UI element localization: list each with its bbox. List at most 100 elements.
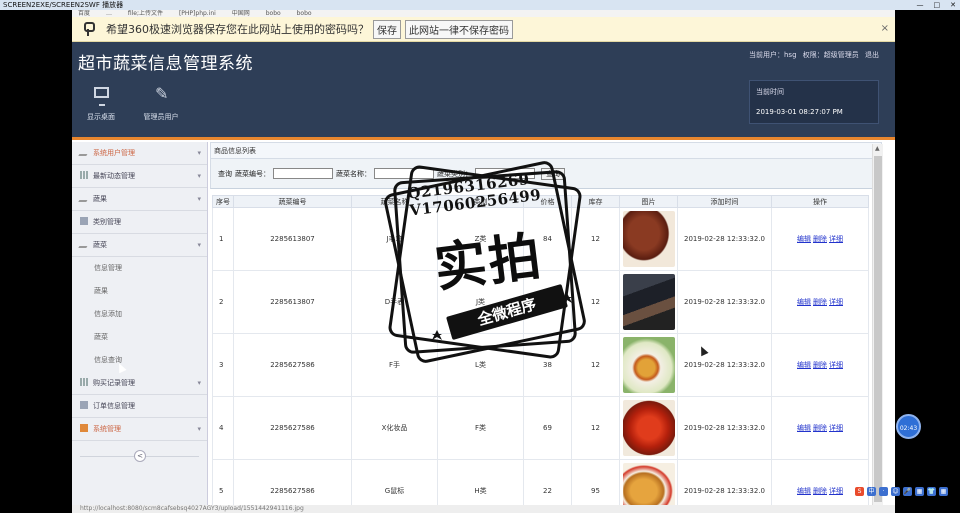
favorite-link[interactable]: file;上传文件 <box>128 10 163 17</box>
sidebar-item[interactable]: 购买记录管理 ▾ <box>72 372 207 395</box>
detail-link[interactable]: 详细 <box>829 298 843 306</box>
favorite-link[interactable]: … <box>106 10 112 17</box>
user-role: 权限：超级管理员 <box>802 51 859 59</box>
sidebar-item-label: 系统管理 <box>93 425 121 433</box>
maximize-button[interactable]: □ <box>934 0 941 10</box>
cell-no: 2 <box>212 270 234 334</box>
sidebar-item-label: 类别管理 <box>93 218 121 226</box>
food-image[interactable] <box>622 337 675 393</box>
food-image[interactable] <box>622 400 675 456</box>
sidebar-item[interactable]: 蔬菜 ▾ <box>72 234 207 257</box>
delete-link[interactable]: 删除 <box>813 361 827 369</box>
save-password-button[interactable]: 保存 <box>373 19 401 39</box>
sidebar-collapse-button[interactable]: < <box>134 450 146 462</box>
cell-time: 2019-02-28 12:33:32.0 <box>677 396 772 460</box>
favorite-link[interactable]: [PHP]php.ini <box>179 10 216 17</box>
cell-code: 2285613807 <box>233 270 352 334</box>
edit-link[interactable]: 编辑 <box>797 235 811 243</box>
edit-link[interactable]: 编辑 <box>797 298 811 306</box>
keyboard-icon[interactable]: ▦ <box>915 487 924 496</box>
never-save-password-button[interactable]: 此网站一律不保存密码 <box>405 19 513 39</box>
scrollbar-thumb[interactable] <box>874 156 882 502</box>
cell-actions: 编辑 删除 详细 <box>771 207 869 271</box>
sidebar-item-label: 信息添加 <box>94 310 122 318</box>
category-field-label: 蔬菜类别： <box>437 169 472 178</box>
name-input[interactable] <box>374 168 434 179</box>
scroll-up-icon[interactable]: ▲ <box>875 145 880 152</box>
detail-link[interactable]: 详细 <box>829 487 843 495</box>
food-image[interactable] <box>622 211 675 267</box>
sidebar-subitem[interactable]: 蔬菜 <box>72 326 207 349</box>
cell-no: 3 <box>212 333 234 397</box>
sidebar-subitem[interactable]: 蔬果 <box>72 280 207 303</box>
pencil-icon <box>78 196 90 202</box>
clock-badge[interactable]: 02:43 <box>896 414 921 439</box>
tools-icon[interactable]: ▦ <box>939 487 948 496</box>
cell-time: 2019-02-28 12:33:32.0 <box>677 270 772 334</box>
favorite-link[interactable]: 中国网 <box>232 10 250 17</box>
detail-link[interactable]: 详细 <box>829 361 843 369</box>
sidebar-subitem[interactable]: 信息查询 <box>72 349 207 372</box>
mic-icon[interactable]: 🎤 <box>903 487 912 496</box>
sidebar-item[interactable]: 类别管理 <box>72 211 207 234</box>
sidebar-item[interactable]: 订单信息管理 <box>72 395 207 418</box>
sogou-icon[interactable]: S <box>855 487 864 496</box>
delete-link[interactable]: 删除 <box>813 424 827 432</box>
cell-actions: 编辑 删除 详细 <box>771 270 869 334</box>
emoji-icon[interactable]: ☺ <box>891 487 900 496</box>
sidebar-subitem[interactable]: 信息添加 <box>72 303 207 326</box>
sidebar-item[interactable]: 蔬果 ▾ <box>72 188 207 211</box>
cell-price: 69 <box>523 396 572 460</box>
sidebar-item-label: 蔬菜 <box>94 333 108 341</box>
cell-image <box>619 207 678 271</box>
cell-name: J毛笔 <box>351 207 438 271</box>
edit-link[interactable]: 编辑 <box>797 487 811 495</box>
admin-user-button[interactable]: ✎ 管理员用户 <box>136 86 186 122</box>
cell-no: 1 <box>212 207 234 271</box>
close-icon[interactable]: × <box>881 23 889 34</box>
show-desktop-label: 显示桌面 <box>87 113 115 121</box>
query-button[interactable]: 查询 <box>541 167 565 180</box>
column-header: 价格 <box>523 195 572 208</box>
table-header-row: 序号 蔬菜编号 蔬菜名称 类别 价格 库存 图片 添加时间 操作 <box>212 195 869 208</box>
column-header: 操作 <box>771 195 869 208</box>
product-table: 序号 蔬菜编号 蔬菜名称 类别 价格 库存 图片 添加时间 操作 1 2285613807 J毛笔 Z… <box>212 195 869 513</box>
sidebar-item[interactable]: 系统管理 ▾ <box>72 418 207 441</box>
delete-link[interactable]: 删除 <box>813 298 827 306</box>
code-input[interactable] <box>273 168 333 179</box>
chevron-down-icon: ▾ <box>197 195 201 203</box>
category-input[interactable] <box>475 168 535 179</box>
cell-name: F手 <box>351 333 438 397</box>
favorite-link[interactable]: 百度 <box>78 10 90 17</box>
edit-link[interactable]: 编辑 <box>797 424 811 432</box>
sidebar-subitem[interactable]: 信息管理 <box>72 257 207 280</box>
minimize-button[interactable]: — <box>917 0 924 10</box>
detail-link[interactable]: 详细 <box>829 424 843 432</box>
delete-link[interactable]: 删除 <box>813 487 827 495</box>
column-header: 序号 <box>212 195 234 208</box>
logout-link[interactable]: 退出 <box>865 51 879 59</box>
delete-link[interactable]: 删除 <box>813 235 827 243</box>
sidebar-item[interactable]: 系统用户管理 ▾ <box>72 142 207 165</box>
cell-price: 84 <box>523 207 572 271</box>
sidebar-item-label: 蔬菜 <box>93 241 107 249</box>
favorite-link[interactable]: bobo <box>297 10 312 17</box>
ime-icon[interactable]: 中 <box>867 487 876 496</box>
cell-code: 2285627586 <box>233 333 352 397</box>
close-button[interactable]: ✕ <box>950 0 956 10</box>
sidebar-item[interactable]: 最新动态管理 ▾ <box>72 165 207 188</box>
pencil-icon: ✎ <box>155 84 169 103</box>
skin-icon[interactable]: 👕 <box>927 487 936 496</box>
favorite-link[interactable]: bobo <box>266 10 281 17</box>
tray-dot-icon[interactable]: · <box>879 487 888 496</box>
food-image[interactable] <box>622 274 675 330</box>
edit-link[interactable]: 编辑 <box>797 361 811 369</box>
scrollbar[interactable]: ▲ ▼ <box>872 144 883 513</box>
browser-window: 百度 … file;上传文件 [PHP]php.ini 中国网 bobo bob… <box>72 10 895 513</box>
panel-title: 商品信息列表 <box>210 142 882 159</box>
header-divider <box>72 137 895 140</box>
grid-icon <box>80 378 88 386</box>
show-desktop-button[interactable]: 显示桌面 <box>76 86 126 122</box>
table-row: 2 2285613807 D手表 J类 12 2019-02-28 12:33:32.0 编… <box>212 270 869 334</box>
detail-link[interactable]: 详细 <box>829 235 843 243</box>
